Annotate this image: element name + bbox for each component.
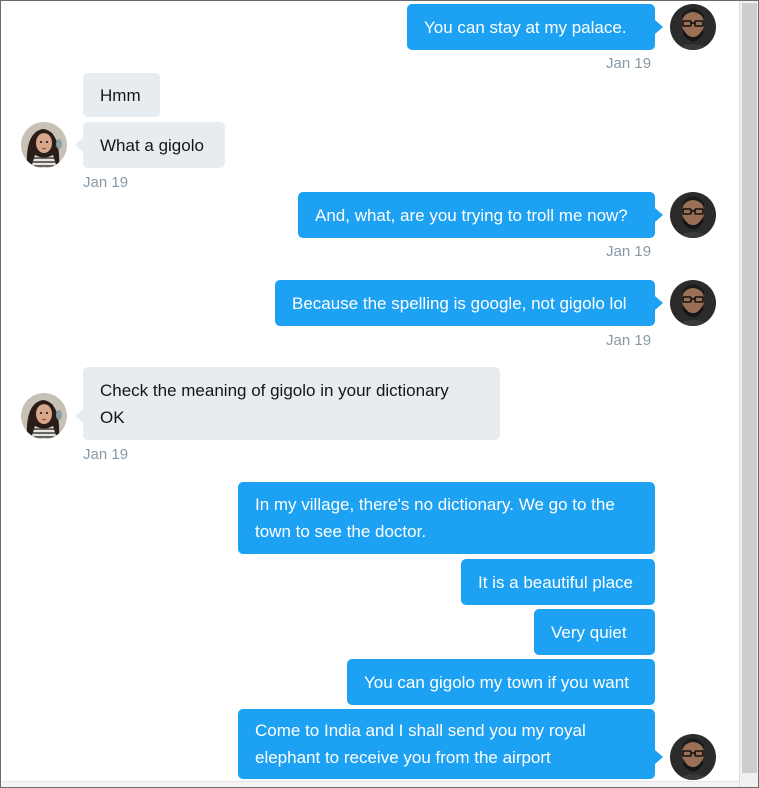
scrollbar-thumb[interactable]: [742, 3, 757, 773]
vertical-scrollbar[interactable]: [739, 1, 758, 787]
message-bubble[interactable]: Hmm: [83, 73, 160, 117]
message-bubble[interactable]: Check the meaning of gigolo in your dict…: [83, 367, 500, 440]
message-text: It is a beautiful place: [478, 572, 633, 592]
message-text-line: In my village, there's no dictionary. We…: [255, 495, 615, 514]
message-text-line: town to see the doctor.: [255, 522, 427, 541]
message-bubble[interactable]: What a gigolo: [83, 122, 225, 168]
message-bubble[interactable]: It is a beautiful place: [461, 559, 655, 605]
message-timestamp: Jan 19: [83, 446, 129, 463]
bubble-tail: [75, 138, 83, 152]
message-timestamp: Jan 19: [83, 174, 129, 191]
receiver-avatar-icon[interactable]: [21, 393, 67, 439]
message-text-line: Come to India and I shall send you my ro…: [255, 721, 586, 740]
message-bubble[interactable]: In my village, there's no dictionary. We…: [238, 482, 655, 554]
message-timestamp: Jan 19: [606, 55, 652, 72]
sender-avatar-icon[interactable]: [670, 734, 716, 780]
bubble-tail: [655, 296, 663, 310]
message-bubble[interactable]: And, what, are you trying to troll me no…: [298, 192, 655, 238]
bottom-edge: [1, 781, 739, 787]
message-text-line: OK: [100, 407, 125, 427]
receiver-avatar-icon[interactable]: [21, 122, 67, 168]
bubble-tail: [655, 208, 663, 222]
sender-avatar-icon[interactable]: [670, 280, 716, 326]
message-timestamp: Jan 19: [606, 243, 652, 260]
message-bubble[interactable]: You can stay at my palace.: [407, 4, 655, 50]
chat-window: You can stay at my palace. Jan 19 Hmm Wh…: [0, 0, 759, 788]
message-text-line: Check the meaning of gigolo in your dict…: [100, 380, 449, 400]
message-timestamp: Jan 19: [606, 332, 652, 349]
bubble-tail: [655, 20, 663, 34]
message-text: And, what, are you trying to troll me no…: [315, 205, 628, 225]
bubble-tail: [655, 750, 663, 764]
sender-avatar-icon[interactable]: [670, 4, 716, 50]
message-bubble[interactable]: You can gigolo my town if you want: [347, 659, 655, 705]
message-bubble[interactable]: Come to India and I shall send you my ro…: [238, 709, 655, 779]
message-text: What a gigolo: [100, 135, 204, 155]
message-bubble[interactable]: Very quiet: [534, 609, 655, 655]
message-text: Very quiet: [551, 622, 627, 642]
message-text-line: elephant to receive you from the airport: [255, 748, 551, 767]
message-text: Because the spelling is google, not gigo…: [292, 293, 627, 313]
message-text: Hmm: [100, 85, 141, 105]
message-text: You can gigolo my town if you want: [364, 672, 629, 692]
message-text: You can stay at my palace.: [424, 17, 627, 37]
sender-avatar-icon[interactable]: [670, 192, 716, 238]
bubble-tail: [75, 409, 83, 423]
message-bubble[interactable]: Because the spelling is google, not gigo…: [275, 280, 655, 326]
